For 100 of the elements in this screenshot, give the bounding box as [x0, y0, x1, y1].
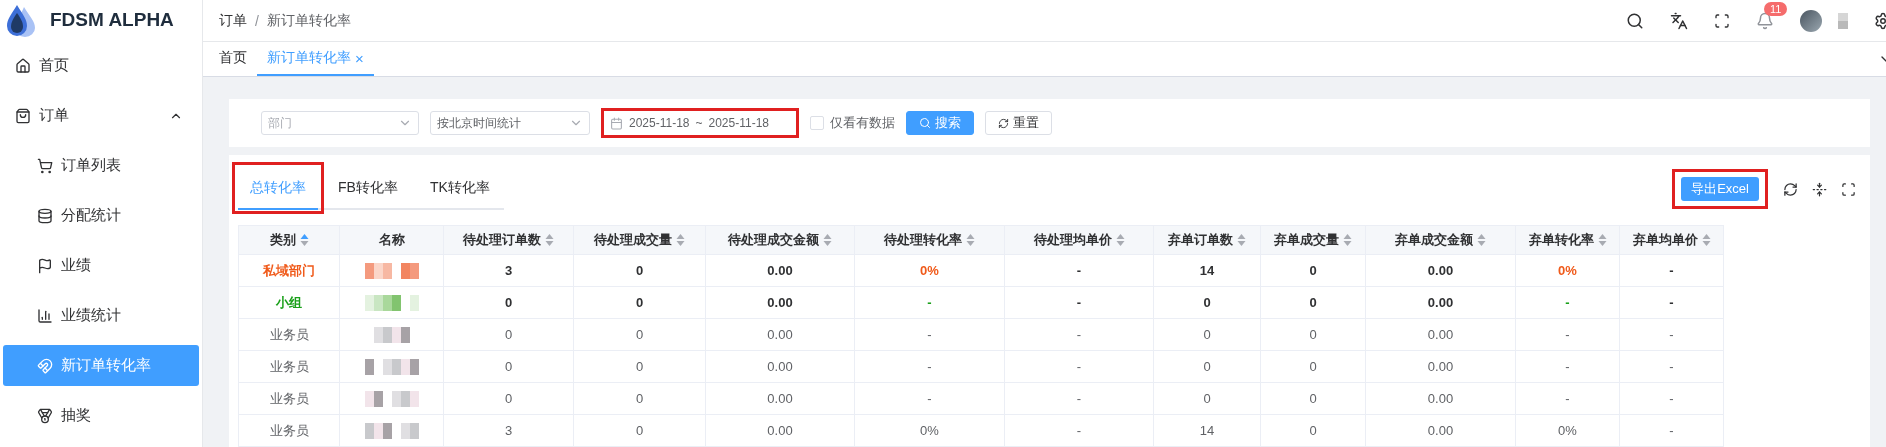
pixelated-name-drawing [364, 358, 419, 375]
sort-icon[interactable] [1477, 233, 1486, 247]
row-height-icon[interactable] [1812, 181, 1827, 197]
sidebar-item[interactable]: 业绩 [3, 245, 199, 286]
cart-icon [37, 157, 53, 174]
refresh-icon[interactable] [1783, 181, 1798, 197]
table-cell: 3 [443, 414, 574, 447]
table-cell: 0% [854, 414, 1005, 447]
table-cell: 0.00 [1365, 286, 1516, 319]
table-cell: - [1004, 382, 1154, 415]
table-cell: 0.00 [1365, 254, 1516, 287]
time-basis-select[interactable]: 按北京时间统计 [430, 111, 590, 135]
table-cell: - [1004, 286, 1154, 319]
table-cell: - [1515, 350, 1620, 383]
table-cell: 0 [1260, 382, 1366, 415]
sort-icon[interactable] [1115, 233, 1125, 247]
report-tab[interactable]: FB转化率 [326, 168, 410, 210]
column-header[interactable]: 弃单转化率 [1515, 225, 1620, 255]
column-header[interactable]: 待处理转化率 [854, 225, 1005, 255]
breadcrumb-item[interactable]: 新订单转化率 [266, 11, 351, 30]
table-cell: 0.00 [705, 254, 855, 287]
search-icon[interactable] [1626, 11, 1644, 30]
sort-icon[interactable] [545, 233, 554, 247]
sort-icon[interactable] [823, 233, 832, 247]
table-cell: - [854, 286, 1005, 319]
column-header[interactable]: 弃单成交金额 [1365, 225, 1516, 255]
sidebar-item[interactable]: 抽奖 [3, 395, 199, 436]
page-tab[interactable]: 首页 [209, 42, 257, 76]
table-cell: 0 [573, 254, 706, 287]
table-cell: 0% [854, 254, 1005, 287]
medal-icon [37, 407, 53, 424]
reset-button[interactable]: 重置 [985, 111, 1052, 135]
home-icon [15, 57, 31, 74]
column-header[interactable]: 类别 [238, 225, 340, 255]
bar-chart-icon [37, 307, 53, 324]
sidebar-item[interactable]: 首页 [3, 45, 199, 86]
table-cell: - [1004, 254, 1154, 287]
table-cell: 业务员 [238, 414, 340, 447]
report-tab[interactable]: TK转化率 [417, 168, 502, 210]
notification-badge: 11 [1764, 1, 1788, 16]
sort-icon[interactable] [1237, 233, 1246, 247]
breadcrumb-separator: / [255, 12, 259, 29]
table-cell: 0 [443, 350, 574, 383]
table-cell: - [1619, 254, 1724, 287]
table-cell: - [854, 318, 1005, 351]
sort-icon[interactable] [1343, 233, 1352, 247]
table-cell: 0 [1260, 414, 1366, 447]
pixelated-name-drawing [364, 294, 419, 311]
translate-icon[interactable] [1670, 11, 1688, 30]
refresh-icon [998, 117, 1009, 129]
table-cell: 0 [1260, 254, 1366, 287]
column-header[interactable]: 弃单订单数 [1153, 225, 1261, 255]
table-cell: 0.00 [705, 350, 855, 383]
fullscreen-icon[interactable] [1841, 181, 1856, 197]
column-header[interactable]: 待处理均单价 [1004, 225, 1154, 255]
table-cell: 0 [573, 350, 706, 383]
column-header[interactable]: 待处理订单数 [443, 225, 574, 255]
table-cell: - [1004, 318, 1154, 351]
sidebar-item[interactable]: 分配统计 [3, 195, 199, 236]
table-cell: 0 [573, 286, 706, 319]
table-cell: - [1515, 318, 1620, 351]
settings-icon[interactable] [1874, 11, 1886, 30]
calendar-icon [610, 116, 623, 130]
table-cell: 0 [1153, 318, 1261, 351]
sidebar-item[interactable]: 业绩统计 [3, 295, 199, 336]
table-cell: - [1619, 350, 1724, 383]
table-cell: 0.00 [1365, 318, 1516, 351]
table-cell: - [1515, 382, 1620, 415]
fullscreen-icon[interactable] [1714, 12, 1730, 29]
search-icon [919, 117, 931, 129]
table-cell: 0 [1153, 350, 1261, 383]
sort-icon[interactable] [1597, 233, 1607, 247]
pixelated-name-drawing [364, 422, 419, 439]
table-cell: 0% [1515, 414, 1620, 447]
table-cell: 0.00 [1365, 414, 1516, 447]
sort-icon[interactable] [299, 233, 309, 247]
table-cell: 14 [1153, 254, 1261, 287]
bell-icon[interactable] [1756, 11, 1774, 30]
table-cell: 0% [1515, 254, 1620, 287]
only-with-data-checkbox[interactable]: 仅看有数据 [810, 114, 895, 132]
sort-icon[interactable] [966, 233, 975, 247]
avatar[interactable] [1800, 9, 1822, 32]
date-range-field[interactable]: 2025-11-18 ~ 2025-11-18 [601, 108, 799, 138]
table-cell: 0 [1260, 350, 1366, 383]
table-cell: - [854, 350, 1005, 383]
sort-icon[interactable] [676, 233, 685, 247]
sort-icon[interactable] [1701, 233, 1711, 247]
sidebar-item[interactable]: 订单列表 [3, 145, 199, 186]
column-header[interactable]: 待处理成交量 [573, 225, 706, 255]
table-cell: 业务员 [238, 350, 340, 383]
column-header[interactable]: 弃单成交量 [1260, 225, 1366, 255]
column-header[interactable]: 待处理成交金额 [705, 225, 855, 255]
column-header[interactable]: 名称 [339, 225, 444, 255]
sidebar-item[interactable]: 订单 [3, 95, 199, 136]
breadcrumb-item[interactable]: 订单 [219, 11, 247, 30]
table-cell: 0.00 [705, 382, 855, 415]
table-cell: - [1004, 414, 1154, 447]
table-cell: 0 [573, 414, 706, 447]
column-header[interactable]: 弃单均单价 [1619, 225, 1724, 255]
table-cell: 0.00 [705, 286, 855, 319]
